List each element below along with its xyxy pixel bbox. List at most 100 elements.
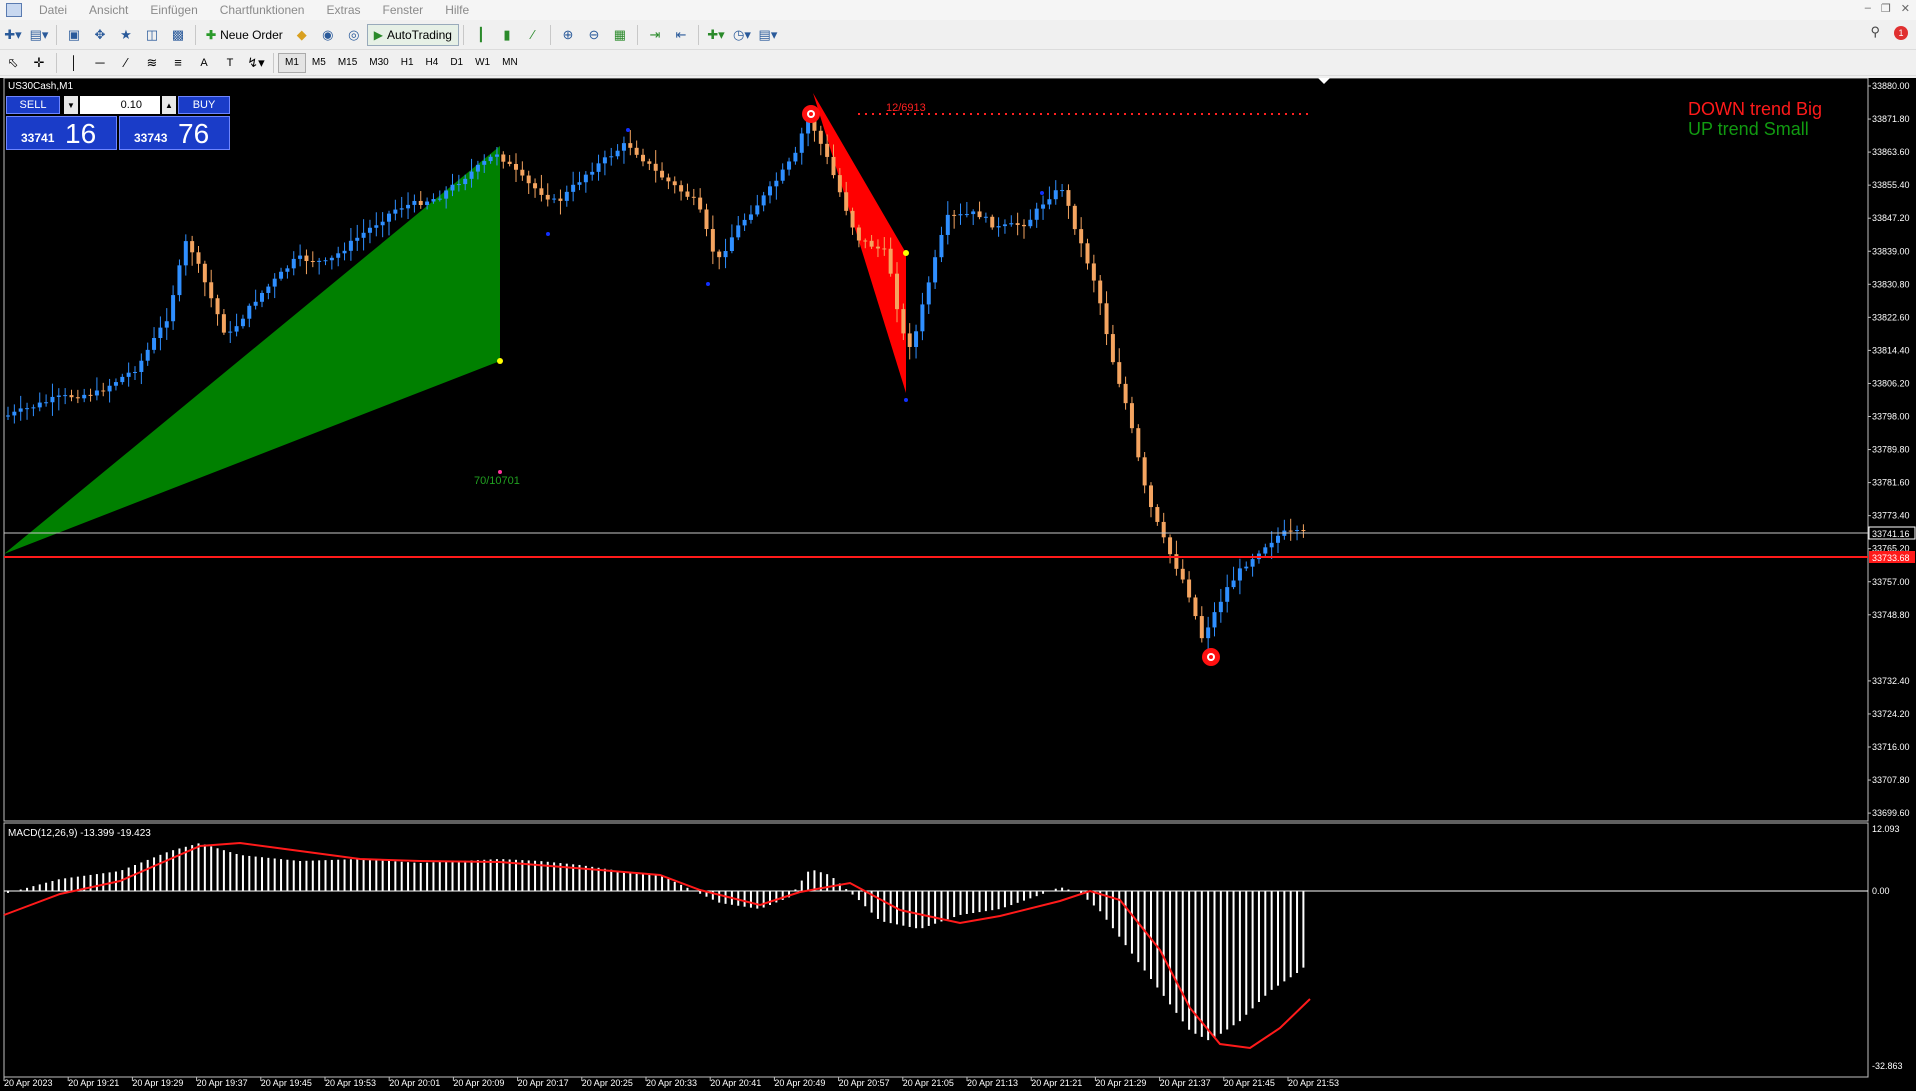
periods-icon[interactable]: ◷▾ — [731, 24, 753, 46]
candle-body — [209, 282, 214, 299]
macd-frame — [3, 822, 1869, 1078]
database-icon[interactable]: ◉ — [317, 24, 339, 46]
sell-button[interactable]: SELL — [6, 96, 60, 114]
candle-body — [723, 251, 728, 258]
candle-body — [507, 161, 512, 164]
profiles-icon[interactable]: ▤▾ — [28, 24, 50, 46]
candlestick-icon[interactable]: ▮ — [496, 24, 518, 46]
candle-body — [552, 198, 557, 200]
menu-extras[interactable]: Extras — [315, 3, 371, 17]
menu-chartfunktionen[interactable]: Chartfunktionen — [209, 3, 316, 17]
menu-einfuegen[interactable]: Einfügen — [139, 3, 208, 17]
favorites-icon[interactable]: ★ — [115, 24, 137, 46]
timeframe-m30[interactable]: M30 — [363, 53, 394, 73]
timeframe-h4[interactable]: H4 — [420, 53, 445, 73]
horizontal-line-icon[interactable]: ─ — [89, 52, 111, 74]
metaeditor-icon[interactable]: ◆ — [291, 24, 313, 46]
timeframe-m1[interactable]: M1 — [278, 52, 306, 73]
new-order-button[interactable]: ✚ Neue Order — [200, 24, 289, 46]
candle-body — [583, 174, 588, 183]
candle-body — [1015, 223, 1020, 225]
candle-body — [406, 204, 411, 209]
candle-body — [463, 178, 468, 185]
vertical-line-icon[interactable]: │ — [63, 52, 85, 74]
autoscroll-icon[interactable]: ⇥ — [644, 24, 666, 46]
candle-body — [1149, 485, 1153, 508]
channel-icon[interactable]: ≋ — [141, 52, 163, 74]
terminal-icon[interactable]: ◫ — [141, 24, 163, 46]
crosshair-icon[interactable]: ✛ — [28, 52, 50, 74]
lot-decrease-icon[interactable]: ▼ — [64, 96, 78, 114]
candle-body — [56, 395, 61, 397]
tester-icon[interactable]: ▩ — [167, 24, 189, 46]
fibonacci-icon[interactable]: ≡ — [167, 52, 189, 74]
timeframe-w1[interactable]: W1 — [469, 53, 496, 73]
candle-body — [120, 376, 125, 383]
timeframe-m15[interactable]: M15 — [332, 53, 363, 73]
templates-icon[interactable]: ▤▾ — [757, 24, 779, 46]
candle-body — [374, 225, 379, 228]
navigator-icon[interactable]: ✥ — [89, 24, 111, 46]
candle-body — [399, 208, 404, 210]
legend-down-trend: DOWN trend Big — [1688, 99, 1823, 119]
minimize-icon[interactable]: – — [1865, 2, 1871, 15]
zoom-out-icon[interactable]: ⊖ — [583, 24, 605, 46]
text-icon[interactable]: A — [193, 52, 215, 74]
candle-body — [145, 349, 150, 361]
line-chart-icon[interactable]: ∕ — [522, 24, 544, 46]
chart-shift-icon[interactable]: ⇤ — [670, 24, 692, 46]
one-click-trading-panel: SELL ▼ 0.10 ▲ BUY 33741 16 33743 76 — [6, 96, 230, 152]
candle-body — [196, 252, 201, 264]
arrows-icon[interactable]: ↯▾ — [245, 52, 267, 74]
candle-body — [164, 321, 169, 328]
candle-body — [1187, 579, 1192, 598]
ask-price-box[interactable]: 33743 76 — [119, 116, 230, 150]
zoom-in-icon[interactable]: ⊕ — [557, 24, 579, 46]
price-axis-label: 33748.80 — [1872, 610, 1910, 620]
bid-price-box[interactable]: 33741 16 — [6, 116, 117, 150]
menu-ansicht[interactable]: Ansicht — [78, 3, 139, 17]
market-watch-icon[interactable]: ▣ — [63, 24, 85, 46]
tile-windows-icon[interactable]: ▦ — [609, 24, 631, 46]
timeframe-m5[interactable]: M5 — [306, 53, 332, 73]
notifications-icon[interactable]: 1 — [1894, 24, 1908, 40]
window-controls: – ❐ ✕ — [1865, 2, 1910, 15]
menu-fenster[interactable]: Fenster — [372, 3, 435, 17]
candle-body — [1053, 190, 1058, 200]
timeframe-mn[interactable]: MN — [496, 53, 524, 73]
timeframe-h1[interactable]: H1 — [395, 53, 420, 73]
autotrading-button[interactable]: ▶ AutoTrading — [366, 23, 459, 46]
restore-icon[interactable]: ❐ — [1881, 2, 1891, 15]
separator — [56, 24, 57, 45]
indicators-icon[interactable]: ✚▾ — [705, 24, 727, 46]
lot-increase-icon[interactable]: ▲ — [162, 96, 176, 114]
timeframe-d1[interactable]: D1 — [444, 53, 469, 73]
new-chart-icon[interactable]: ✚▾ — [2, 24, 24, 46]
red-line-label: 33733.68 — [1872, 553, 1910, 563]
candle-body — [888, 248, 893, 274]
candle-body — [18, 408, 23, 412]
candle-body — [679, 185, 684, 192]
candle-body — [75, 397, 80, 399]
lot-size-input[interactable]: 0.10 — [80, 96, 160, 114]
legend-up-trend: UP trend Small — [1688, 119, 1809, 139]
menu-hilfe[interactable]: Hilfe — [434, 3, 480, 17]
bar-chart-icon[interactable]: ┃ — [470, 24, 492, 46]
cursor-icon[interactable]: ⬁ — [2, 52, 24, 74]
price-chart[interactable]: 12/6913 70/10701 33880.00 33871.80 33863.6… — [0, 78, 1916, 1091]
signals-icon[interactable]: ◎ — [343, 24, 365, 46]
candle-body — [304, 255, 309, 262]
fractal-dot — [706, 282, 710, 286]
candle-body — [863, 240, 868, 242]
time-axis-label: 20 Apr 20:17 — [518, 1078, 569, 1088]
close-icon[interactable]: ✕ — [1901, 2, 1910, 15]
chart-shift-marker[interactable] — [1318, 78, 1330, 84]
trendline-icon[interactable]: ∕ — [115, 52, 137, 74]
search-icon[interactable]: ⚲ — [1870, 24, 1880, 40]
text-label-icon[interactable]: T — [219, 52, 241, 74]
price-axis-label: 33863.60 — [1872, 147, 1910, 157]
menu-datei[interactable]: Datei — [28, 3, 78, 17]
buy-button[interactable]: BUY — [178, 96, 230, 114]
candle-body — [1129, 403, 1134, 429]
candle-body — [329, 257, 334, 261]
